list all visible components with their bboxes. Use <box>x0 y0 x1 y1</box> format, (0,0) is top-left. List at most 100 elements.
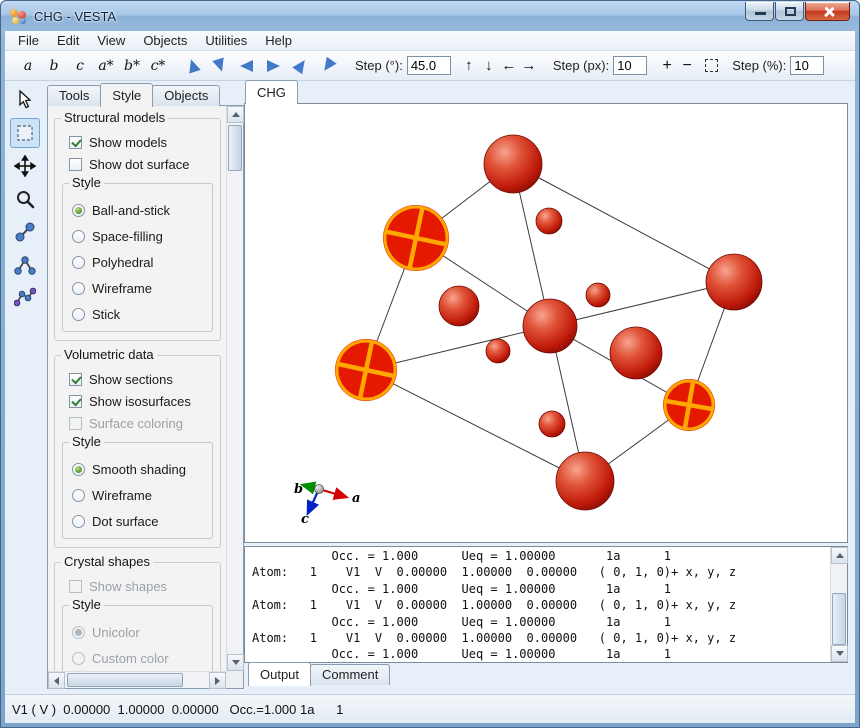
radio-unicolor[interactable]: Unicolor <box>72 619 210 645</box>
view-axis-a-button[interactable]: a <box>15 58 41 74</box>
distance-tool-button[interactable] <box>10 217 40 247</box>
rotate-ccw-button[interactable] <box>314 54 341 78</box>
checkbox-show-isosurfaces[interactable]: Show isosurfaces <box>69 390 216 412</box>
view-axis-b-star-button[interactable]: b* <box>119 58 145 74</box>
translate-right-button[interactable]: → <box>519 57 539 74</box>
hscroll-thumb[interactable] <box>67 673 183 687</box>
zoom-out-button[interactable]: − <box>677 57 697 75</box>
radio-smooth-shading[interactable]: Smooth shading <box>72 456 210 482</box>
view-axis-c-star-button[interactable]: c* <box>145 58 171 74</box>
tab-tools[interactable]: Tools <box>47 85 102 106</box>
group-volumetric-data: Volumetric data Show sections Show isosurf… <box>54 347 221 548</box>
rotate-left-button[interactable] <box>233 54 260 78</box>
ctl-label: Show isosurfaces <box>89 393 191 409</box>
axes-origin-ball <box>314 484 324 494</box>
rotate-cw-button[interactable] <box>287 54 314 78</box>
output-scroll-up-button[interactable] <box>831 547 848 564</box>
tab-output[interactable]: Output <box>248 662 312 686</box>
tab-chg[interactable]: CHG <box>245 80 298 104</box>
rotate-cw-icon <box>291 56 310 75</box>
side-panel-vscrollbar[interactable] <box>226 106 244 671</box>
checkbox-box <box>69 135 82 149</box>
output-vscroll-thumb[interactable] <box>832 593 846 645</box>
atom-sphere[interactable] <box>485 338 511 364</box>
zoom-in-button[interactable]: + <box>657 57 677 75</box>
checkbox-show-dot-surface[interactable]: Show dot surface <box>69 153 216 175</box>
atom-sphere[interactable] <box>705 253 763 311</box>
translate-tool-button[interactable] <box>10 151 40 181</box>
scroll-down-button[interactable] <box>227 654 244 671</box>
atom-sphere[interactable] <box>438 285 480 327</box>
atom-sphere[interactable] <box>609 326 663 380</box>
magnify-tool-button[interactable] <box>10 184 40 214</box>
radio-polyhedral[interactable]: Polyhedral <box>72 249 210 275</box>
radio-ball-and-stick[interactable]: Ball-and-stick <box>72 197 210 223</box>
atom-sphere[interactable] <box>535 207 563 235</box>
step-pct-label: Step (%): <box>732 58 787 73</box>
atom-sphere[interactable] <box>555 451 615 511</box>
atom-sphere[interactable] <box>483 134 543 194</box>
output-text[interactable]: Occ. = 1.000 Ueq = 1.00000 1a 1 Atom: 1 V… <box>245 547 830 662</box>
group-crystal-shapes: Crystal shapes Show shapes Style Unicolor Cu… <box>54 554 221 671</box>
translate-down-button[interactable]: ↓ <box>479 57 499 74</box>
checkbox-box <box>69 416 82 430</box>
rotate-right-button[interactable] <box>260 54 287 78</box>
vscroll-thumb[interactable] <box>228 125 242 171</box>
title-bar[interactable]: CHG - VESTA <box>1 1 859 31</box>
side-panel-hscrollbar[interactable] <box>48 671 226 689</box>
tab-objects[interactable]: Objects <box>152 85 221 106</box>
close-button[interactable] <box>805 2 850 21</box>
scroll-right-button[interactable] <box>209 672 226 689</box>
step-pct-input[interactable] <box>790 56 825 75</box>
atom-section-cut[interactable] <box>329 333 403 407</box>
checkbox-show-shapes[interactable]: Show shapes <box>69 575 216 597</box>
view-axis-b-button[interactable]: b <box>41 58 67 74</box>
output-vscrollbar[interactable] <box>830 547 848 662</box>
checkbox-surface-coloring[interactable]: Surface coloring <box>69 412 216 434</box>
menu-item-help[interactable]: Help <box>256 31 301 50</box>
view-axis-c-button[interactable]: c <box>67 58 93 74</box>
rotate-down-button[interactable] <box>206 54 233 78</box>
minimize-button[interactable] <box>745 2 774 21</box>
atom-section-cut[interactable] <box>659 375 719 435</box>
radio-dot-surface[interactable]: Dot surface <box>72 508 210 534</box>
area-select-tool-button[interactable] <box>10 118 40 148</box>
dihedral-tool-button[interactable] <box>10 283 40 313</box>
radio-wireframe[interactable]: Wireframe <box>72 482 210 508</box>
tab-comment[interactable]: Comment <box>310 664 391 685</box>
menu-item-view[interactable]: View <box>88 31 134 50</box>
radio-wireframe[interactable]: Wireframe <box>72 275 210 301</box>
output-line: Atom: 1 V1 V 0.00000 1.00000 0.00000 ( 0… <box>252 598 737 613</box>
menu-item-edit[interactable]: Edit <box>48 31 88 50</box>
view-axis-a-star-button[interactable]: a* <box>93 58 119 74</box>
window-title: CHG - VESTA <box>34 8 117 24</box>
scroll-up-button[interactable] <box>227 106 244 123</box>
menu-item-objects[interactable]: Objects <box>134 31 196 50</box>
menu-item-file[interactable]: File <box>9 31 48 50</box>
atom-section-cut[interactable] <box>377 199 455 277</box>
rotate-up-button[interactable] <box>179 54 206 78</box>
scroll-left-button[interactable] <box>48 672 65 689</box>
radio-stick[interactable]: Stick <box>72 301 210 327</box>
translate-left-button[interactable]: ← <box>499 57 519 74</box>
structure-viewport[interactable]: a bc <box>244 103 848 543</box>
atom-sphere[interactable] <box>538 410 566 438</box>
translate-up-button[interactable]: ↑ <box>459 57 479 74</box>
radio-space-filling[interactable]: Space-filling <box>72 223 210 249</box>
maximize-button[interactable] <box>775 2 804 21</box>
tab-style[interactable]: Style <box>100 83 154 107</box>
menu-item-utilities[interactable]: Utilities <box>196 31 256 50</box>
fit-to-screen-button[interactable] <box>705 59 719 72</box>
step-deg-input[interactable] <box>406 56 451 75</box>
atom-sphere[interactable] <box>522 298 578 354</box>
angle-tool-button[interactable] <box>10 250 40 280</box>
checkbox-show-models[interactable]: Show models <box>69 131 216 153</box>
checkbox-show-sections[interactable]: Show sections <box>69 368 216 390</box>
radio-custom-color[interactable]: Custom color <box>72 645 210 671</box>
structure-canvas[interactable]: a bc <box>245 104 847 542</box>
step-px-input[interactable] <box>613 56 648 75</box>
output-scroll-down-button[interactable] <box>831 645 848 662</box>
select-tool-button[interactable] <box>10 85 40 115</box>
atom-sphere[interactable] <box>585 282 611 308</box>
radio-circle <box>72 229 85 243</box>
